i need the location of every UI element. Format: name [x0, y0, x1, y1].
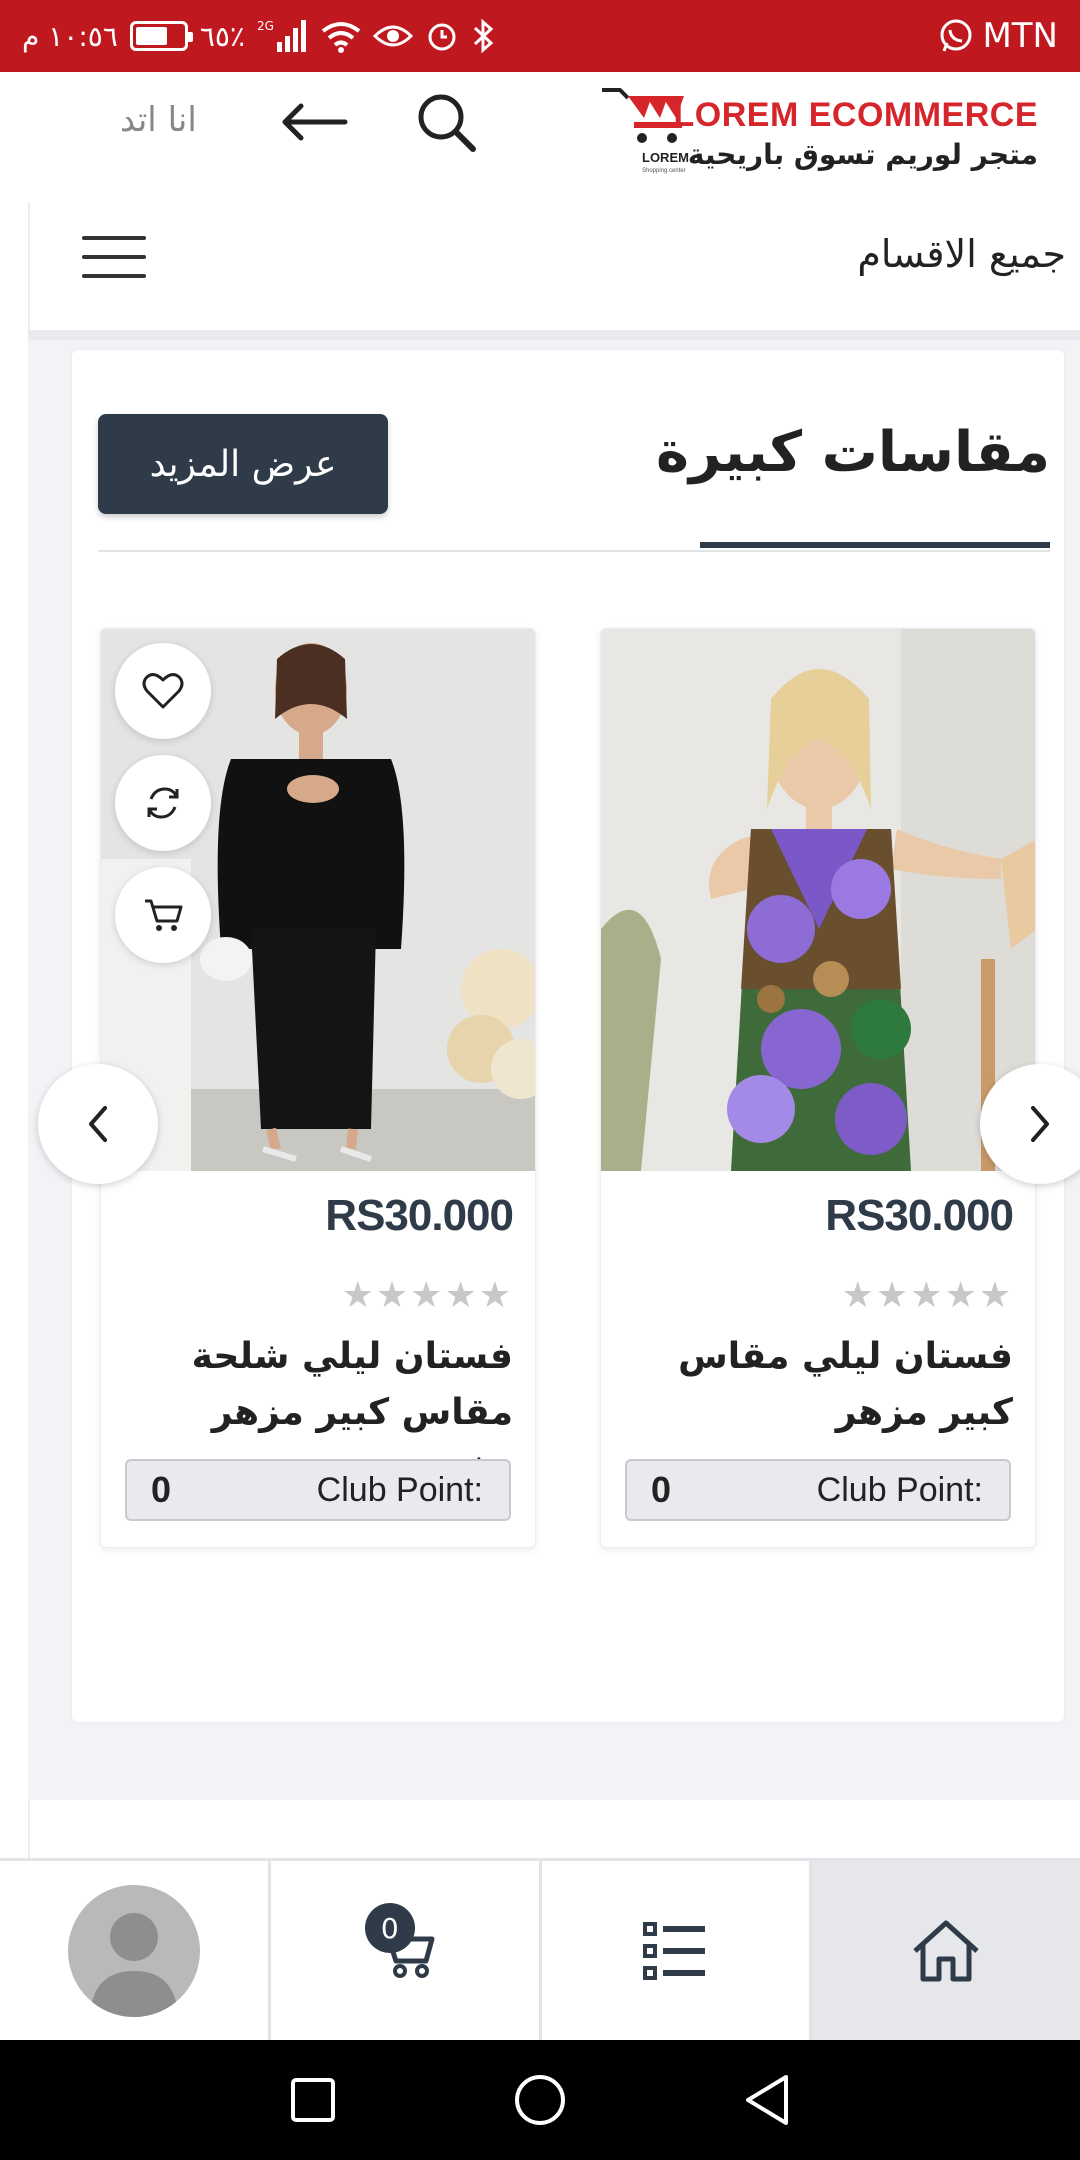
- hamburger-icon-line: [82, 255, 146, 259]
- cart-icon: [145, 899, 183, 931]
- search-button[interactable]: [408, 84, 484, 160]
- section-divider: [98, 550, 1050, 552]
- wishlist-button[interactable]: [115, 643, 211, 739]
- home-system-button[interactable]: [500, 2060, 580, 2140]
- square-icon: [291, 2078, 336, 2122]
- refresh-icon: [147, 787, 179, 819]
- svg-text:2G: 2G: [257, 19, 274, 33]
- circle-icon: [514, 2075, 565, 2125]
- app-header: LOREM Shopping center LOREM ECOMMERCE مت…: [0, 72, 1080, 202]
- signal-icon: 2G: [257, 18, 309, 54]
- status-bar: ١٠:٥٦ م ٦٥٪ 2G MTN: [0, 0, 1080, 72]
- search-icon: [418, 94, 476, 152]
- triangle-back-icon: [745, 2075, 788, 2125]
- battery-percent: ٦٥٪: [199, 19, 245, 53]
- eye-icon: [372, 21, 413, 51]
- carrier-name: MTN: [982, 16, 1058, 56]
- cart-count-badge: 0: [364, 1903, 415, 1953]
- logo-mark-subtext: Shopping center: [642, 168, 686, 174]
- status-right: MTN: [938, 0, 1058, 72]
- compare-button[interactable]: [115, 755, 211, 851]
- category-bar: جميع الاقسام: [28, 202, 1080, 330]
- title-underline: [700, 542, 1050, 548]
- product-price: RS30.000: [325, 1191, 514, 1240]
- store-logo[interactable]: LOREM Shopping center LOREM ECOMMERCE مت…: [598, 82, 1038, 192]
- product-card[interactable]: RS30.000 ★★★★★ فستان ليلي مقاس كبير مزهر…: [600, 628, 1036, 1548]
- hamburger-icon-line: [82, 236, 146, 240]
- hamburger-icon-line: [82, 274, 146, 278]
- product-section: مقاسات كبيرة عرض المزيد RS30.000 ★★★★★ ف…: [72, 350, 1064, 1722]
- next-section-edge: [28, 1800, 1080, 1860]
- nav-categories[interactable]: [538, 1861, 810, 2040]
- back-system-button[interactable]: [727, 2060, 807, 2140]
- logo-title-ar: متجر لوريم تسوق باريحية: [687, 138, 1038, 171]
- user-label[interactable]: انا اتد: [120, 100, 197, 140]
- wifi-icon: [321, 19, 361, 53]
- bluetooth-icon: [471, 19, 495, 53]
- status-left: ١٠:٥٦ م ٦٥٪ 2G: [22, 0, 495, 72]
- chevron-left-icon: [89, 1106, 107, 1142]
- arrow-left-icon: [282, 103, 348, 141]
- list-icon: [643, 1921, 706, 1980]
- category-bar-shadow: [28, 330, 1080, 340]
- menu-button[interactable]: [82, 230, 146, 284]
- club-point-label: Club Point:: [816, 1471, 983, 1509]
- system-navigation-bar: [0, 2040, 1080, 2160]
- status-time: ١٠:٥٦ م: [22, 19, 118, 53]
- logo-mark-text: LOREM: [642, 150, 689, 165]
- app-screen: ١٠:٥٦ م ٦٥٪ 2G MTN LOREM Shopping center…: [0, 0, 1080, 2160]
- whatsapp-icon: [938, 18, 974, 54]
- club-point-value: 0: [651, 1469, 672, 1510]
- back-button[interactable]: [276, 84, 352, 160]
- product-price: RS30.000: [825, 1191, 1014, 1240]
- nav-home[interactable]: [809, 1861, 1080, 2040]
- product-image[interactable]: [601, 629, 1035, 1171]
- chevron-right-icon: [1031, 1106, 1049, 1142]
- rating-stars: ★★★★★: [841, 1275, 1013, 1316]
- nav-profile[interactable]: [0, 1861, 268, 2040]
- product-image[interactable]: [101, 629, 535, 1171]
- view-more-button[interactable]: عرض المزيد: [98, 414, 388, 514]
- all-categories-label[interactable]: جميع الاقسام: [857, 232, 1066, 276]
- avatar: [67, 1884, 200, 2017]
- nav-cart[interactable]: 0: [267, 1861, 539, 2040]
- carousel-prev-button[interactable]: [38, 1064, 158, 1184]
- home-icon: [913, 1920, 979, 1981]
- bottom-navigation: 0: [0, 1858, 1080, 2040]
- section-title: مقاسات كبيرة: [655, 420, 1050, 485]
- club-point-box: Club Point: 0: [125, 1459, 511, 1521]
- recent-apps-button[interactable]: [273, 2060, 353, 2140]
- rating-stars: ★★★★★: [341, 1275, 513, 1316]
- club-point-box: Club Point: 0: [625, 1459, 1011, 1521]
- alarm-icon: [425, 19, 459, 53]
- add-to-cart-button[interactable]: [115, 867, 211, 963]
- club-point-label: Club Point:: [316, 1471, 483, 1509]
- battery-icon: [129, 21, 193, 51]
- product-card[interactable]: RS30.000 ★★★★★ فستان ليلي شلحة مقاس كبير…: [100, 628, 536, 1548]
- heart-icon: [142, 673, 184, 709]
- product-name[interactable]: فستان ليلي مقاس كبير مزهر: [623, 1329, 1013, 1441]
- logo-title-en: LOREM ECOMMERCE: [673, 96, 1038, 134]
- club-point-value: 0: [151, 1469, 172, 1510]
